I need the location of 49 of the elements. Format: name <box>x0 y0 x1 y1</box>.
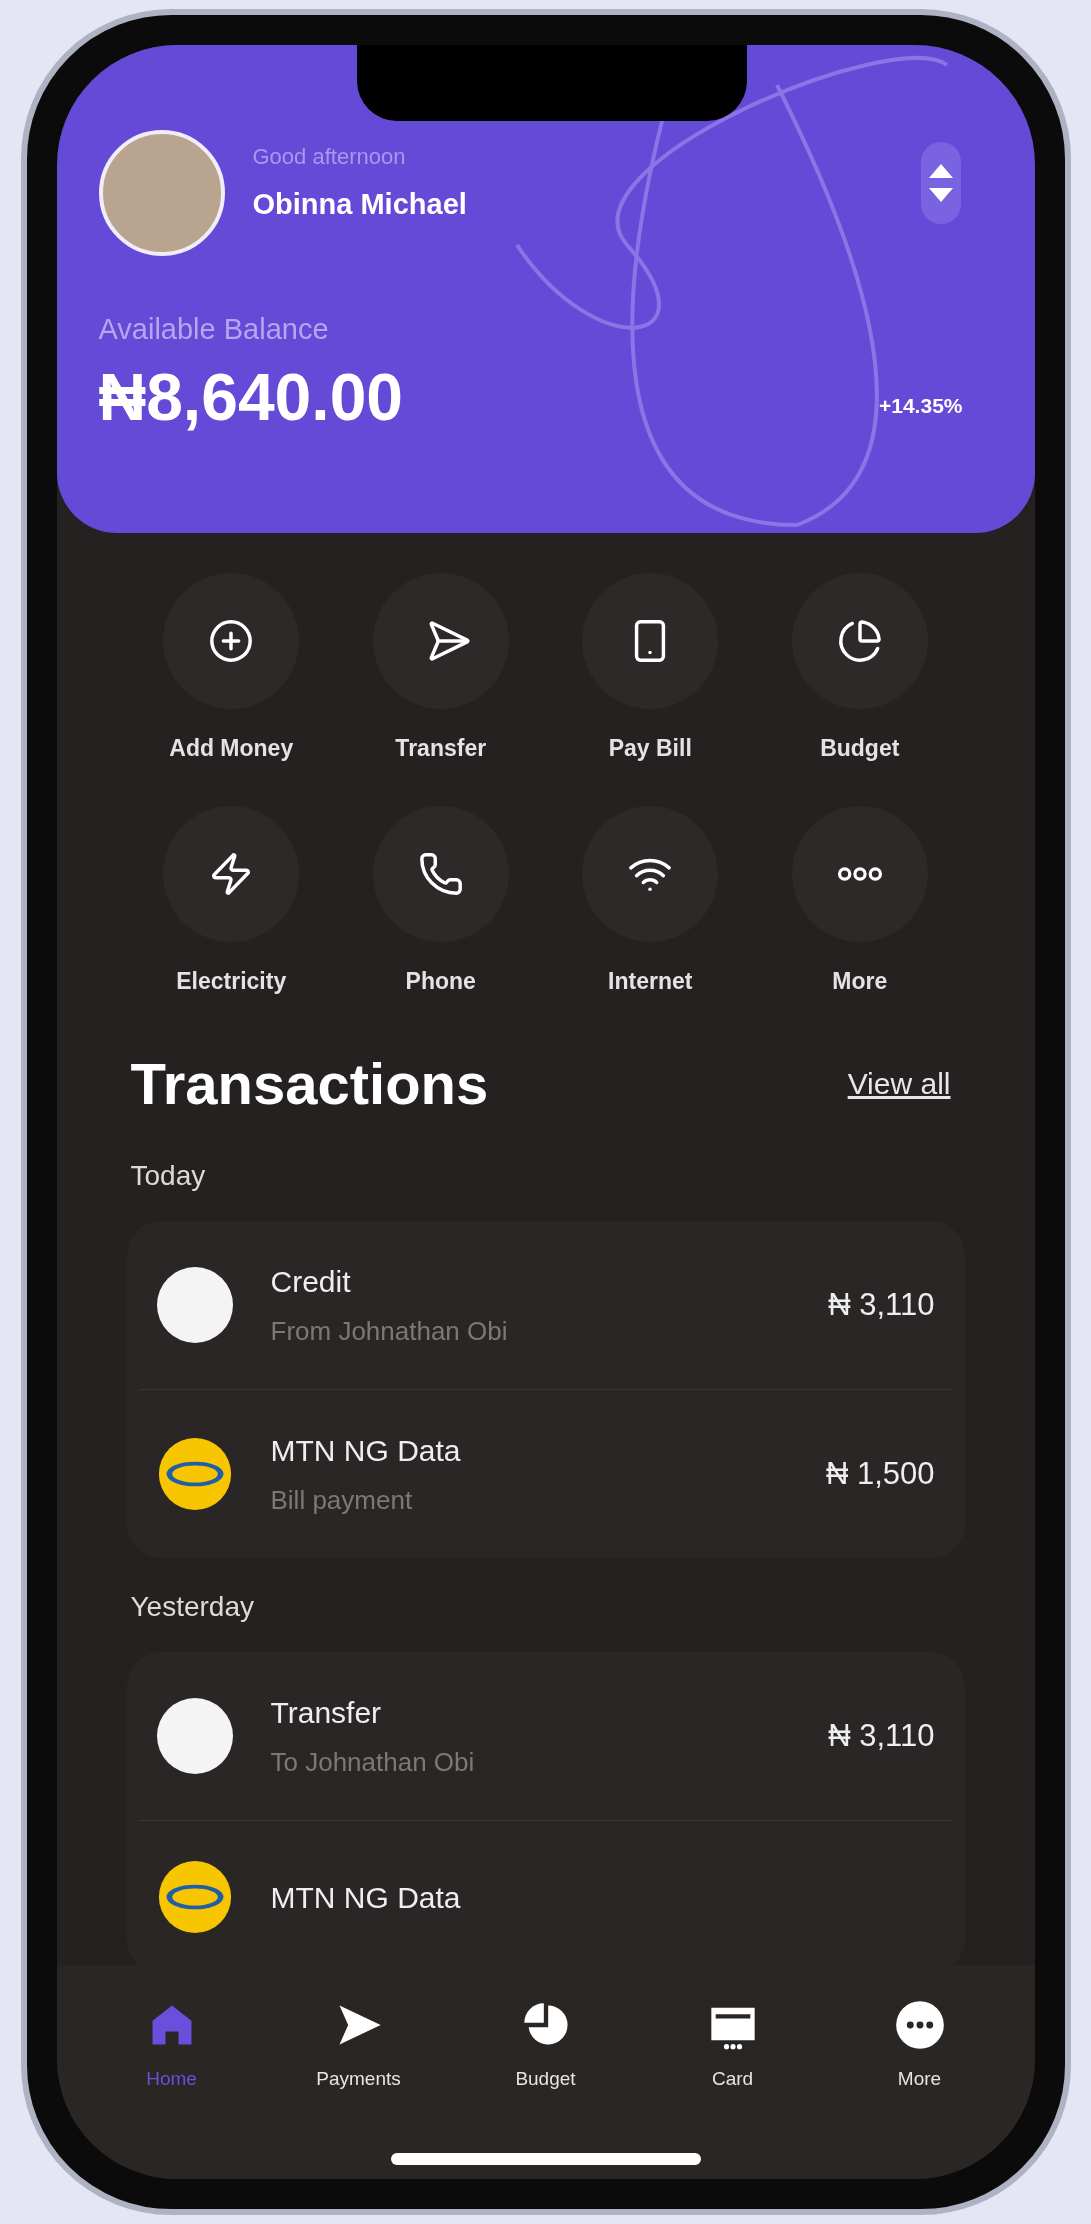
transaction-subtitle: To Johnathan Obi <box>270 1746 476 1779</box>
balance-label: Available Balance <box>98 312 330 347</box>
action-label: Transfer <box>395 734 487 763</box>
action-label: Add Money <box>169 734 294 763</box>
more-icon <box>836 865 883 882</box>
nav-tab[interactable]: Payments <box>293 1999 424 2094</box>
down-arrow-icon <box>928 188 953 202</box>
transaction-title: Transfer <box>270 1695 383 1731</box>
action-label: Electricity <box>176 966 287 996</box>
quick-action[interactable]: Internet <box>545 805 755 998</box>
transaction-amount: ₦ 1,500 <box>825 1454 935 1493</box>
nav-tab[interactable]: Card <box>667 1999 798 2094</box>
quick-action[interactable]: Budget <box>755 573 965 766</box>
user-name: Obinna Michael <box>252 186 468 222</box>
logo-icon <box>156 1436 233 1512</box>
greeting-text: Good afternoon <box>252 142 407 171</box>
quick-action[interactable]: Phone <box>336 805 546 998</box>
action-label: Internet <box>608 966 693 996</box>
phone-icon <box>417 850 464 897</box>
transaction-amount: ₦ 3,110 <box>828 1716 935 1755</box>
quick-action[interactable]: Transfer <box>336 573 546 766</box>
nav-tab[interactable]: Budget <box>480 1999 611 2094</box>
action-label: Budget <box>820 734 900 763</box>
pie-chart-icon <box>836 618 883 664</box>
balance-change: +14.35% <box>879 393 963 419</box>
nav-tab[interactable]: More <box>854 1999 985 2094</box>
logo-icon <box>156 1859 233 1935</box>
up-arrow-icon <box>928 164 953 178</box>
section-title: Transactions <box>130 1050 489 1118</box>
quick-action[interactable]: Pay Bill <box>545 573 755 766</box>
quick-action[interactable]: More <box>755 805 965 998</box>
plus-circle-icon <box>208 618 255 664</box>
balance-amount: ₦8,640.00 <box>98 363 404 430</box>
transaction-title: MTN NG Data <box>270 1879 462 1916</box>
date-heading: Yesterday <box>129 1590 255 1624</box>
action-label: More <box>832 966 888 996</box>
date-heading: Today <box>129 1159 207 1193</box>
transaction-title: Credit <box>270 1264 352 1300</box>
action-label: Phone <box>405 966 476 996</box>
action-label: Pay Bill <box>608 734 692 763</box>
more-icon <box>893 1999 946 2051</box>
quick-action[interactable]: Electricity <box>126 805 336 998</box>
transaction-title: MTN NG Data <box>270 1433 462 1469</box>
transaction-subtitle: Bill payment <box>270 1484 414 1517</box>
view-all-link[interactable]: View all <box>847 1061 951 1106</box>
account-switcher[interactable] <box>920 142 961 224</box>
transaction-amount: ₦ 3,110 <box>828 1285 935 1324</box>
transaction-subtitle: From Johnathan Obi <box>270 1315 509 1348</box>
quick-action[interactable]: Add Money <box>126 573 336 766</box>
